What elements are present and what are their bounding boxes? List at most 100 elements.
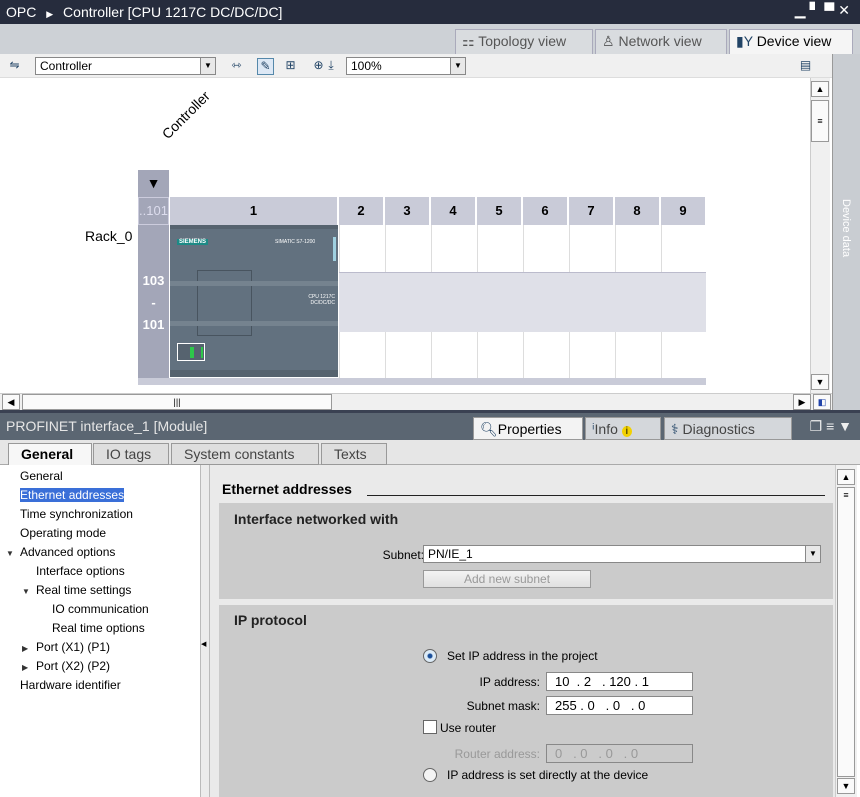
close-button[interactable]: ✕ (838, 2, 854, 18)
slot-header-7: 7 (569, 197, 614, 225)
content-scrollbar[interactable]: ▲ ≡ ▼ (835, 465, 857, 797)
tab-texts[interactable]: Texts (321, 443, 387, 465)
device-toolbar: ⇋ Controller ▼ ⇿ ✎ ⊞ ⊕ ⤓ 100% ▼ ▤ (0, 54, 832, 78)
nav-item[interactable]: General (20, 469, 63, 487)
scroll-up-icon[interactable]: ▲ (811, 81, 829, 97)
profinet-port[interactable] (177, 343, 205, 361)
chevron-down-icon[interactable]: ▼ (450, 58, 465, 74)
interface-section: Interface networked with Subnet: PN/IE_1… (219, 503, 833, 599)
device-data-icon[interactable]: ▤ (797, 58, 814, 75)
caret-down-icon[interactable]: ▼ (22, 587, 36, 596)
nav-item[interactable]: ▶ Port (X2) (P2) (22, 659, 110, 677)
nav-item[interactable]: ▶ Port (X1) (P1) (22, 640, 110, 658)
device-canvas[interactable]: Controller Rack_0 ▼ ..101 103 - 101 123456… (0, 78, 810, 393)
tab-topology-view[interactable]: ⚏ Topology view (455, 29, 593, 54)
tab-diagnostics[interactable]: ⚕ Diagnostics (664, 417, 792, 440)
scroll-down-icon[interactable]: ▼ (837, 778, 855, 794)
subnet-select[interactable]: PN/IE_1 ▼ (423, 545, 821, 563)
menu-icon[interactable]: ≡ (826, 418, 834, 434)
scroll-up-icon[interactable]: ▲ (837, 469, 855, 485)
panel-controls[interactable]: ❐ ≡ ▼ (810, 418, 852, 435)
device-overview-icon[interactable]: ⇋ (6, 58, 23, 75)
canvas-vertical-scrollbar[interactable]: ▲ ≡ ▼ (810, 78, 830, 393)
router-address-label: Router address: (454, 747, 540, 761)
rack-bottom (138, 378, 706, 385)
title-bar: OPC ▶ Controller [CPU 1217C DC/DC/DC] (0, 0, 860, 24)
zoom-select[interactable]: 100% ▼ (346, 57, 466, 75)
nav-item[interactable]: ▼ Real time settings (22, 583, 131, 601)
inspector-header: PROFINET interface_1 [Module] 🔍︎Properti… (0, 413, 860, 440)
nav-item[interactable]: Interface options (36, 564, 125, 582)
subnet-mask-label: Subnet mask: (466, 699, 540, 713)
tab-info[interactable]: ⁱInfo i (585, 417, 661, 440)
nav-item[interactable]: IO communication (52, 602, 149, 620)
tab-network-view[interactable]: ♙ Network view (595, 29, 727, 54)
overview-navigation-icon[interactable]: ◧ (813, 394, 831, 410)
cpu-module[interactable]: SIEMENS SIMATIC S7-1200 CPU 1217C DC/DC/… (170, 225, 338, 377)
add-new-subnet-button[interactable]: Add new subnet (423, 570, 591, 588)
rack-expand-button[interactable]: ▼ (138, 170, 169, 197)
grid-icon[interactable]: ⊞ (282, 58, 299, 75)
nav-item[interactable]: Hardware identifier (20, 678, 121, 696)
float-icon[interactable]: ❐ (810, 418, 823, 434)
use-router-label: Use router (440, 721, 497, 735)
zoom-down-icon[interactable]: ⤓ (326, 58, 336, 75)
set-ip-in-project-radio[interactable] (423, 649, 437, 663)
device-data-label: Device data (840, 199, 852, 258)
collapse-left-icon[interactable]: ◀ (201, 640, 206, 648)
nav-item-label: Port (X2) (P2) (36, 659, 111, 673)
tab-properties[interactable]: 🔍︎Properties (473, 417, 583, 440)
collapse-icon[interactable]: ▼ (838, 418, 852, 434)
project-name: OPC (6, 4, 37, 20)
maximize-button[interactable]: ▀ (824, 2, 838, 18)
tab-io-tags[interactable]: IO tags (93, 443, 169, 465)
caret-right-icon[interactable]: ▶ (22, 644, 36, 653)
scroll-thumb[interactable]: ≡ (811, 100, 829, 142)
device-data-panel[interactable]: Device data (832, 54, 860, 410)
nav-item-label: Ethernet addresses (20, 488, 125, 502)
status-led (333, 237, 336, 261)
row-label: 103 (142, 273, 165, 288)
minimize-button[interactable]: ▁ (795, 2, 810, 18)
tab-system-constants[interactable]: System constants (171, 443, 319, 465)
device-icon: ▮Y (736, 33, 753, 49)
restore-button[interactable]: ▘ (810, 2, 825, 18)
nav-item-label: Real time settings (36, 583, 132, 597)
caret-down-icon[interactable]: ▼ (6, 549, 20, 558)
slot-header-5: 5 (477, 197, 522, 225)
nav-item[interactable]: Real time options (52, 621, 145, 639)
scroll-right-icon[interactable]: ▶ (793, 394, 811, 410)
zoom-icon[interactable]: ⊕ (310, 58, 327, 75)
slot-header-1: 1 (170, 197, 338, 225)
scroll-thumb[interactable]: ||| (22, 394, 332, 410)
scroll-down-icon[interactable]: ▼ (811, 374, 829, 390)
nav-item[interactable]: Time synchronization (20, 507, 133, 525)
rack-width-icon[interactable]: ⇿ (228, 58, 245, 75)
scroll-left-icon[interactable]: ◀ (2, 394, 20, 410)
module-cover (197, 270, 252, 336)
nav-item[interactable]: Ethernet addresses (20, 488, 125, 506)
nav-item-label: Real time options (52, 621, 145, 635)
ip-address-label: IP address: (479, 675, 540, 689)
router-address-field: 0 . 0 . 0 . 0 (546, 744, 693, 763)
ip-set-at-device-radio[interactable] (423, 768, 437, 782)
nav-item[interactable]: ▼ Advanced options (6, 545, 115, 563)
nav-item[interactable]: Operating mode (20, 526, 106, 544)
subnet-mask-field[interactable]: 255 . 0 . 0 . 0 (546, 696, 693, 715)
canvas-horizontal-scrollbar[interactable]: ◀ ||| ▶ ◧ (0, 393, 832, 410)
ip-address-field[interactable]: 10 . 2 . 120 . 1 (546, 672, 693, 691)
tab-general[interactable]: General (8, 443, 92, 466)
chevron-down-icon[interactable]: ▼ (805, 546, 820, 562)
device-select[interactable]: Controller ▼ (35, 57, 216, 75)
tab-label: Properties (497, 421, 562, 437)
network-icon: ♙ (602, 33, 615, 49)
scroll-thumb[interactable]: ≡ (837, 487, 855, 777)
diagnostics-icon: ⚕ (671, 421, 679, 437)
chevron-down-icon[interactable]: ▼ (200, 58, 215, 74)
slot-header-3: 3 (385, 197, 430, 225)
caret-right-icon[interactable]: ▶ (22, 663, 36, 672)
use-router-checkbox[interactable] (423, 720, 437, 734)
tab-device-view[interactable]: ▮Y Device view (729, 29, 853, 54)
show-labels-icon[interactable]: ✎ (257, 58, 274, 75)
nav-splitter[interactable]: ◀ (200, 465, 210, 797)
